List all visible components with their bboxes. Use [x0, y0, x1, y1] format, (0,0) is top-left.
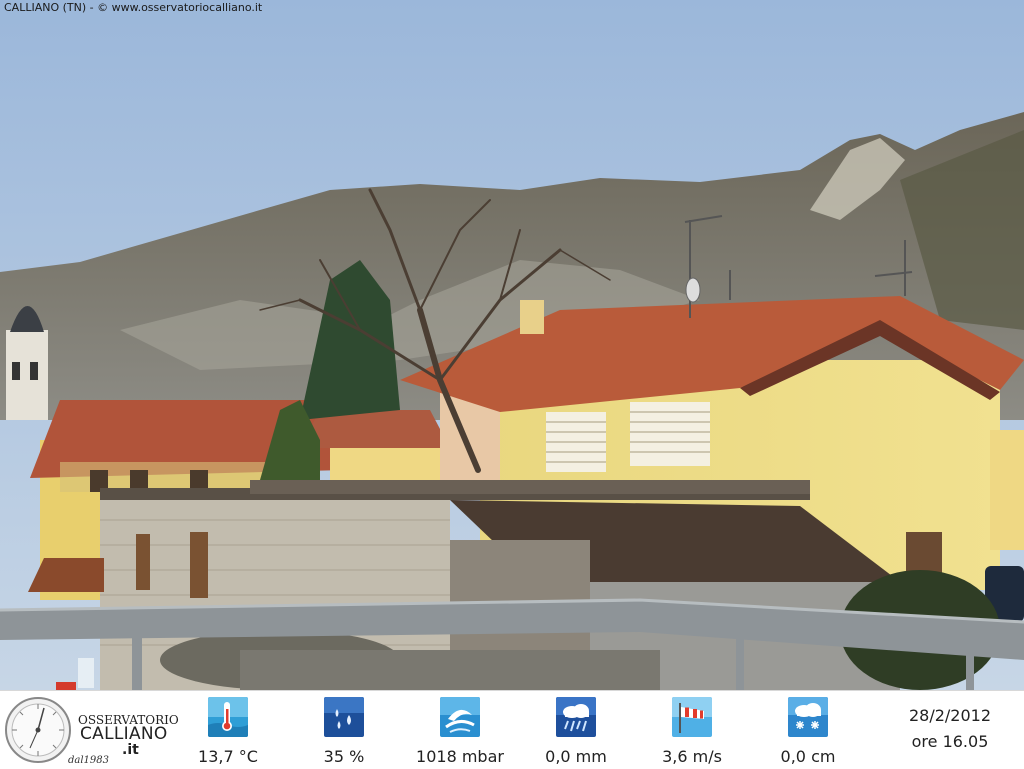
windsock-icon [672, 697, 712, 737]
date-label: 28/2/2012 [908, 706, 992, 725]
thermometer-icon [208, 697, 248, 737]
logo-text-since: dal1983 [68, 755, 110, 766]
snow-value: 0,0 cm [780, 747, 836, 766]
pressure-reading: 1018 mbar [400, 697, 520, 766]
rain-cloud-icon [556, 697, 596, 737]
wind-value: 3,6 m/s [662, 747, 722, 766]
logo-text-domain: .it [122, 742, 139, 758]
webcam-image: CALLIANO (TN) - © www.osservatoriocallia… [0, 0, 1024, 690]
logo-text-calliano: CALLIANO [80, 724, 168, 744]
temperature-reading: 13,7 °C [168, 697, 288, 766]
temperature-value: 13,7 °C [198, 747, 258, 766]
barometer-dial-icon [5, 697, 71, 763]
humidity-value: 35 % [323, 747, 365, 766]
snow-reading: 0,0 cm [748, 697, 868, 766]
rain-value: 0,0 mm [545, 747, 607, 766]
time-label: ore 16.05 [911, 732, 989, 751]
pressure-icon [440, 697, 480, 737]
snow-cloud-icon [788, 697, 828, 737]
webcam-caption: CALLIANO (TN) - © www.osservatoriocallia… [4, 1, 263, 14]
humidity-drops-icon [324, 697, 364, 737]
weather-data-bar: OSSERVATORIO CALLIANO .it dal1983 13,7 °… [0, 690, 1024, 769]
timestamp: 28/2/2012 ore 16.05 [890, 703, 1010, 755]
pressure-value: 1018 mbar [416, 747, 504, 766]
wind-reading: 3,6 m/s [632, 697, 752, 766]
rain-reading: 0,0 mm [516, 697, 636, 766]
humidity-reading: 35 % [284, 697, 404, 766]
observatory-logo: OSSERVATORIO CALLIANO .it dal1983 [2, 693, 179, 767]
